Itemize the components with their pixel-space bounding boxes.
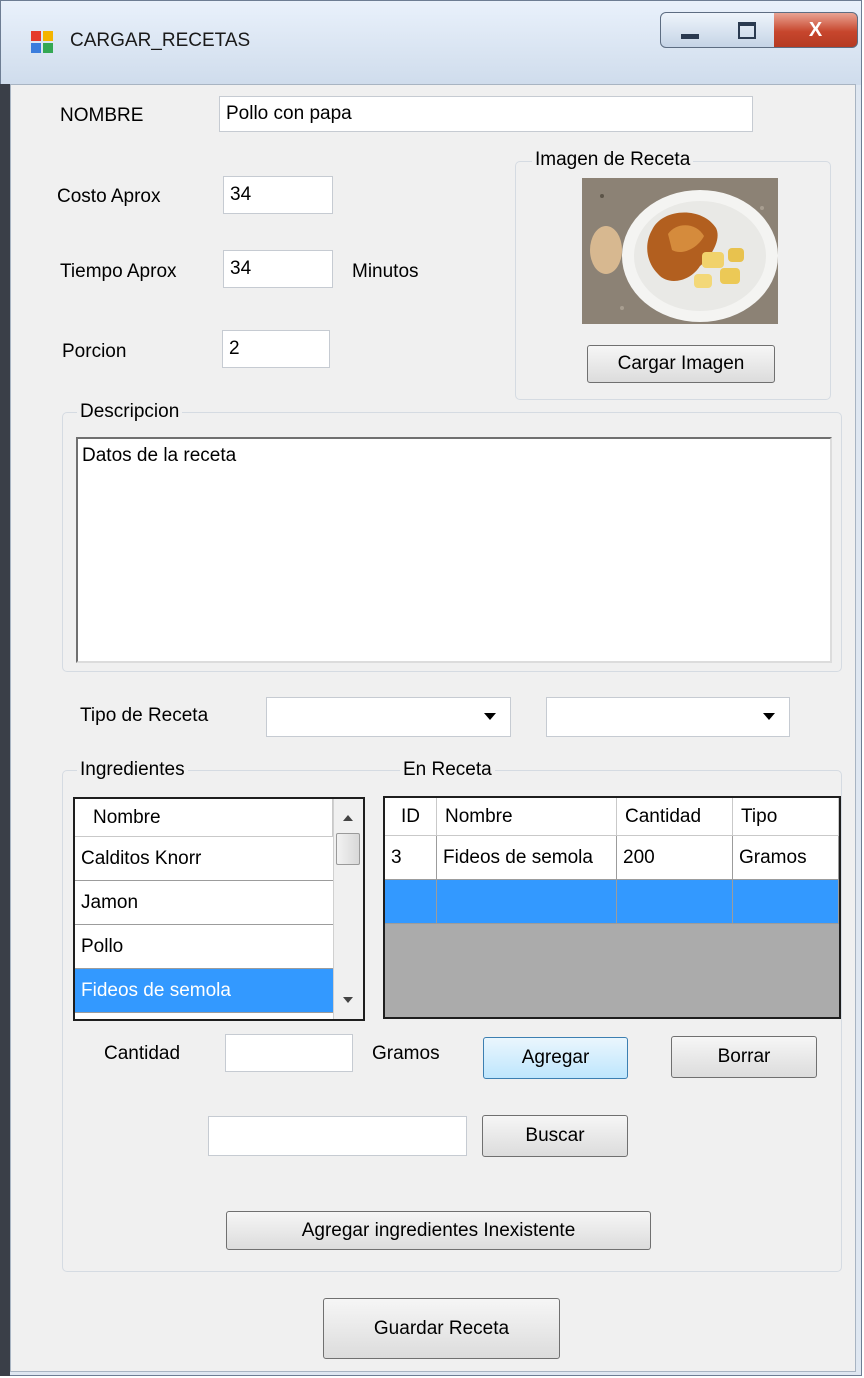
en-receta-cell[interactable]: [437, 880, 617, 924]
en-receta-cell[interactable]: 3: [385, 836, 437, 880]
window-title: CARGAR_RECETAS: [70, 30, 251, 51]
app-icon: [31, 31, 53, 53]
en-receta-header-cantidad[interactable]: Cantidad: [617, 798, 733, 836]
tiempo-input[interactable]: 34: [223, 250, 333, 288]
cantidad-label: Cantidad: [104, 1043, 181, 1064]
ingrediente-row[interactable]: Jamon: [75, 881, 333, 925]
scrollbar-thumb[interactable]: [336, 833, 360, 865]
agregar-ingredientes-inexistente-button[interactable]: Agregar ingredientes Inexistente: [226, 1211, 651, 1250]
chevron-down-icon: [484, 713, 496, 720]
chevron-down-icon: [763, 713, 775, 720]
recipe-image: [582, 178, 778, 324]
en-receta-cell[interactable]: [733, 880, 839, 924]
ingrediente-row[interactable]: Pollo: [75, 925, 333, 969]
cantidad-unit-label: Gramos: [372, 1043, 440, 1064]
cargar-imagen-button[interactable]: Cargar Imagen: [587, 345, 775, 383]
window-left-edge: [0, 84, 10, 1376]
agregar-button[interactable]: Agregar: [483, 1037, 628, 1079]
minimize-button[interactable]: [660, 12, 720, 48]
ingredientes-header-nombre[interactable]: Nombre: [75, 799, 333, 837]
en-receta-cell[interactable]: [617, 880, 733, 924]
buscar-input[interactable]: [208, 1116, 467, 1156]
nombre-label: NOMBRE: [60, 105, 144, 126]
maximize-button[interactable]: [719, 12, 775, 48]
en-receta-grid[interactable]: ID Nombre Cantidad Tipo 3 Fideos de semola 20…: [383, 796, 841, 1019]
maximize-icon: [737, 21, 756, 39]
imagen-group-label: Imagen de Receta: [532, 149, 694, 171]
porcion-input[interactable]: 2: [222, 330, 330, 368]
en-receta-cell[interactable]: Gramos: [733, 836, 839, 880]
tiempo-label: Tiempo Aprox: [60, 261, 177, 282]
ingredientes-group-label: Ingredientes: [77, 759, 188, 781]
nombre-input[interactable]: Pollo con papa: [219, 96, 753, 132]
cantidad-input[interactable]: [225, 1034, 353, 1072]
ingrediente-row[interactable]: Fideos de semola: [75, 969, 333, 1013]
ingredientes-grid[interactable]: Nombre Calditos Knorr Jamon Pollo Fideos de…: [73, 797, 365, 1021]
ingrediente-row[interactable]: Calditos Knorr: [75, 837, 333, 881]
en-receta-cell[interactable]: 200: [617, 836, 733, 880]
en-receta-header-tipo[interactable]: Tipo: [733, 798, 839, 836]
costo-label: Costo Aprox: [57, 186, 161, 207]
close-icon: X: [808, 18, 823, 41]
tipo-receta-combo-2[interactable]: [546, 697, 790, 737]
descripcion-group-label: Descripcion: [77, 401, 183, 423]
close-button[interactable]: X: [774, 12, 858, 48]
tipo-receta-combo-1[interactable]: [266, 697, 511, 737]
scroll-up-icon[interactable]: [343, 815, 353, 821]
buscar-button[interactable]: Buscar: [482, 1115, 628, 1157]
descripcion-textarea[interactable]: Datos de la receta: [76, 437, 832, 663]
en-receta-header-nombre[interactable]: Nombre: [437, 798, 617, 836]
ingredientes-scrollbar[interactable]: [333, 799, 363, 1019]
en-receta-header-id[interactable]: ID: [385, 798, 437, 836]
tipo-receta-label: Tipo de Receta: [80, 705, 209, 726]
costo-input[interactable]: 34: [223, 176, 333, 214]
borrar-button[interactable]: Borrar: [671, 1036, 817, 1078]
minimize-icon: [681, 33, 699, 39]
porcion-label: Porcion: [62, 341, 127, 362]
en-receta-cell[interactable]: Fideos de semola: [437, 836, 617, 880]
guardar-receta-button[interactable]: Guardar Receta: [323, 1298, 560, 1359]
tiempo-unit-label: Minutos: [352, 261, 419, 282]
scroll-down-icon[interactable]: [343, 997, 353, 1003]
en-receta-group-label: En Receta: [400, 759, 495, 781]
en-receta-cell[interactable]: [385, 880, 437, 924]
